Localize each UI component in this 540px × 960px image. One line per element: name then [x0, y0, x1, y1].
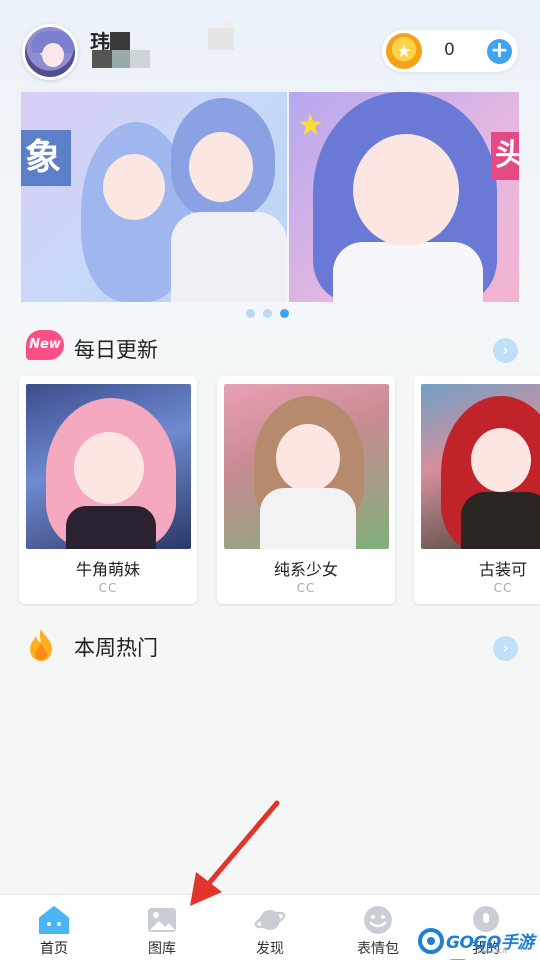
more-arrow-button[interactable]: ›: [493, 338, 518, 363]
watermark-subtext: GOGO.CN: [478, 948, 508, 955]
fire-icon: [30, 629, 52, 661]
character-face: [189, 132, 253, 202]
nav-item-discover[interactable]: 发现: [216, 895, 324, 960]
character-body: [461, 492, 540, 549]
coin-star-icon: ★: [386, 33, 422, 69]
carousel-indicator: [246, 309, 289, 318]
carousel-dot[interactable]: [246, 309, 255, 318]
daily-update-header: New 每日更新 ›: [0, 330, 540, 370]
card-thumbnail: [26, 384, 191, 549]
username-mosaic: [92, 32, 152, 70]
gallery-icon: [148, 908, 176, 932]
wallpaper-card[interactable]: 古装可 CC: [414, 376, 540, 604]
card-author: CC: [493, 581, 513, 595]
add-coins-button[interactable]: +: [487, 39, 512, 64]
home-icon: [39, 906, 69, 934]
banner-carousel[interactable]: 象 ★ 头: [21, 92, 519, 302]
weekly-hot-header: 本周热门 ›: [0, 628, 540, 668]
nav-item-home[interactable]: 首页: [0, 895, 108, 960]
watermark-logo: GOGO手游网 GOGO.CN: [416, 926, 536, 960]
character-face: [103, 154, 165, 220]
watermark-icon: [418, 928, 444, 954]
carousel-dot[interactable]: [263, 309, 272, 318]
star-icon: ★: [297, 108, 324, 143]
wallpaper-card[interactable]: 纯系少女 CC: [217, 376, 395, 604]
character-face: [276, 424, 340, 492]
section-title: 本周热门: [74, 636, 158, 660]
card-title: 牛角萌妹: [75, 560, 140, 579]
character-face: [353, 134, 459, 246]
character-body: [171, 212, 287, 302]
banner-tag: 头: [491, 132, 519, 180]
smiley-icon: [364, 906, 392, 934]
user-avatar[interactable]: [22, 24, 78, 80]
mosaic-block-small: [224, 20, 234, 28]
card-author: CC: [296, 581, 316, 595]
card-title: 古装可: [478, 560, 527, 579]
watermark-text: GOGO手游网: [446, 933, 534, 960]
banner-slide[interactable]: ★ 头: [289, 92, 519, 302]
header: 玮 ★ 0 +: [0, 0, 540, 90]
card-author: CC: [98, 581, 118, 595]
card-thumbnail: [421, 384, 540, 549]
carousel-dot-active[interactable]: [280, 309, 289, 318]
wallpaper-card[interactable]: 牛角萌妹 CC: [19, 376, 197, 604]
section-title: 每日更新: [74, 338, 158, 362]
planet-icon: [254, 910, 286, 930]
character-body: [66, 506, 156, 549]
daily-card-list[interactable]: 牛角萌妹 CC 纯系少女 CC 古装可 CC: [0, 374, 540, 606]
character-body: [260, 488, 356, 549]
banner-tag: 象: [21, 130, 71, 186]
new-badge-icon: New: [26, 330, 64, 360]
nav-label: 图库: [148, 941, 176, 957]
nav-label: 发现: [256, 941, 284, 957]
banner-slide[interactable]: 象: [21, 92, 287, 302]
character-face: [471, 428, 531, 492]
card-thumbnail: [224, 384, 389, 549]
card-title: 纯系少女: [273, 560, 338, 579]
more-arrow-button[interactable]: ›: [493, 636, 518, 661]
coin-count: 0: [444, 40, 455, 60]
character-face: [74, 432, 144, 504]
character-body: [333, 242, 483, 302]
nav-item-gallery[interactable]: 图库: [108, 895, 216, 960]
mosaic-block: [208, 28, 234, 50]
avatar-face: [42, 43, 64, 67]
coin-balance[interactable]: ★ 0 +: [382, 30, 518, 72]
nav-label: 首页: [40, 941, 68, 957]
